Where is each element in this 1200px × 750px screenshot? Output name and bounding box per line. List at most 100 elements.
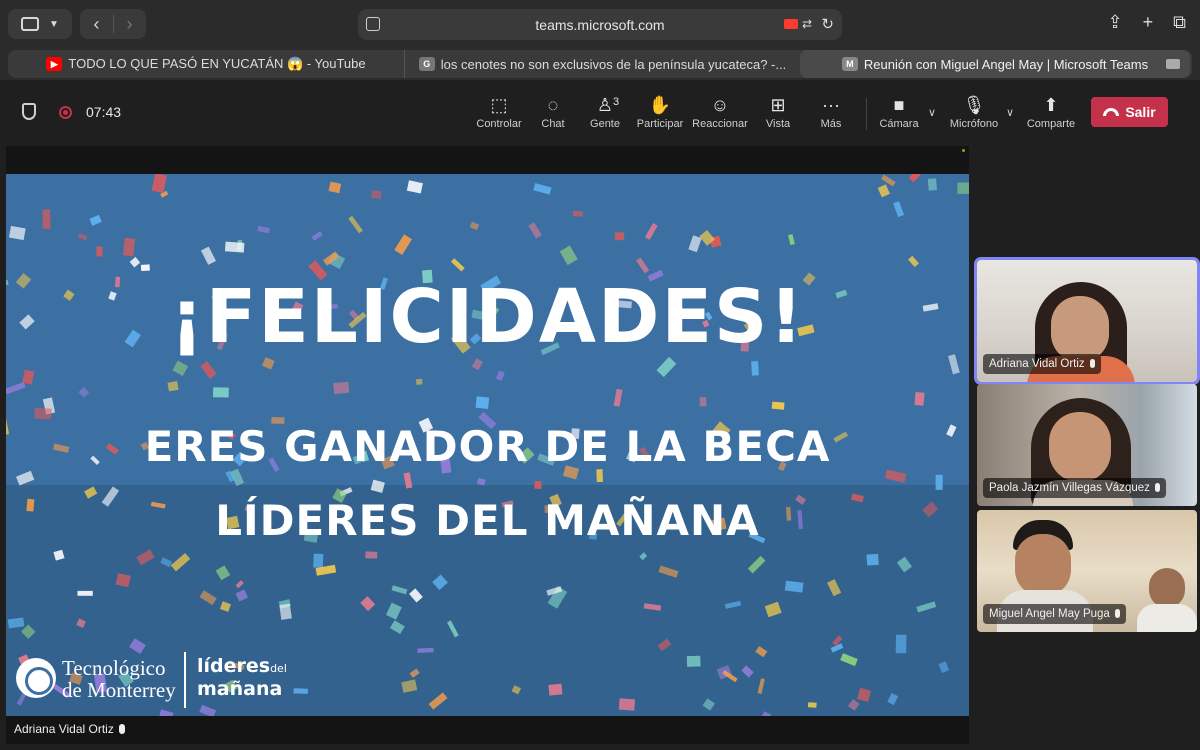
confetti-piece: [371, 190, 382, 200]
leave-button[interactable]: Salir: [1091, 97, 1168, 127]
confetti-piece: [511, 685, 522, 695]
confetti-piece: [534, 480, 542, 490]
microphone-icon: 🎙: [962, 95, 986, 115]
control-label: Controlar: [476, 118, 522, 130]
confetti-piece: [760, 711, 772, 716]
confetti-piece: [469, 221, 480, 231]
participant-tile[interactable]: Miguel Angel May Puga: [977, 510, 1197, 632]
more-label: Más: [820, 118, 842, 130]
share-label: Comparte: [1026, 118, 1076, 130]
confetti-piece: [333, 381, 350, 395]
confetti-piece: [450, 258, 465, 272]
status-dot: [962, 149, 965, 152]
lideres-logo-line2: mañana: [197, 678, 283, 700]
confetti-piece: [428, 692, 448, 710]
microphone-button[interactable]: 🎙 Micrófono: [944, 94, 1004, 134]
microphone-options-chevron-icon[interactable]: ∨: [1006, 106, 1014, 119]
confetti-piece: [618, 698, 636, 711]
react-button[interactable]: ☺ Reaccionar: [690, 94, 750, 134]
confetti-piece: [403, 472, 413, 489]
confetti-piece: [172, 360, 189, 377]
confetti-piece: [840, 653, 858, 667]
confetti-piece: [136, 549, 155, 566]
shield-icon[interactable]: [22, 103, 36, 120]
tab-bar: ▶ TODO LO QUE PASÓ EN YUCATÁN 😱 - YouTub…: [0, 48, 1200, 80]
more-button[interactable]: ··· Más: [801, 94, 861, 134]
raise-hand-button[interactable]: ✋ Participar: [630, 94, 690, 134]
confetti-piece: [22, 369, 35, 385]
browser-toolbar: ▼ ‹ › teams.microsoft.com ⇄ ↻ ⇪ + ⧉: [0, 0, 1200, 48]
recording-icon: [59, 106, 72, 119]
tab-title: Reunión con Miguel Angel May | Microsoft…: [863, 56, 1149, 72]
confetti-piece: [613, 388, 623, 407]
confetti-piece: [391, 585, 408, 595]
confetti-piece: [866, 553, 879, 566]
confetti-piece: [887, 693, 899, 706]
camera-button[interactable]: ■ Cámara: [869, 94, 929, 134]
confetti-piece: [199, 590, 217, 606]
confetti-piece: [447, 620, 459, 638]
camera-label: Cámara: [879, 118, 919, 130]
confetti-piece: [417, 647, 434, 653]
share-screen-button[interactable]: ⬆ Comparte: [1021, 94, 1081, 134]
confetti-piece: [938, 661, 950, 674]
confetti-piece: [432, 574, 448, 591]
confetti-piece: [89, 214, 102, 226]
camera-options-chevron-icon[interactable]: ∨: [928, 106, 936, 119]
tab-overview-icon[interactable]: ⧉: [1173, 12, 1186, 33]
tab-teams[interactable]: M Reunión con Miguel Angel May | Microso…: [800, 50, 1190, 78]
camera-in-use-icon[interactable]: [784, 19, 798, 29]
lideres-logo-line1: líderes: [197, 655, 271, 677]
view-button[interactable]: ⊞ Vista: [748, 94, 808, 134]
new-tab-icon[interactable]: +: [1143, 12, 1154, 33]
control-button[interactable]: ⬚ Controlar: [469, 94, 529, 134]
confetti-piece: [686, 655, 701, 667]
browser-right-tools: ⇪ + ⧉: [1108, 12, 1186, 33]
microphone-label: Micrófono: [949, 118, 999, 130]
hang-up-icon: [1103, 108, 1120, 116]
participant-tile[interactable]: Paola Jazmín Villegas Vázquez: [977, 384, 1197, 506]
confetti-piece: [741, 665, 754, 678]
confetti-piece: [639, 552, 648, 561]
tab-title: TODO LO QUE PASÓ EN YUCATÁN 😱 - YouTube: [68, 56, 366, 71]
participant-face: [1049, 412, 1111, 482]
lideres-del-manana-logo: líderesdel mañana: [197, 656, 287, 699]
confetti-piece: [771, 401, 785, 410]
reload-icon[interactable]: ↻: [821, 15, 834, 33]
confetti-piece: [129, 256, 141, 268]
confetti-piece: [847, 699, 860, 711]
confetti-piece: [658, 565, 679, 578]
participant-tile[interactable]: Adriana Vidal Ortiz: [974, 257, 1200, 385]
people-label: Gente: [590, 118, 620, 130]
confetti-piece: [881, 174, 896, 187]
second-person-shirt: [1137, 604, 1197, 632]
share-icon[interactable]: ⇪: [1108, 12, 1123, 33]
confetti-piece: [15, 470, 35, 486]
confetti-piece: [416, 378, 423, 385]
microphone-icon: [1089, 359, 1095, 368]
sidebar-toggle-button[interactable]: ▼: [8, 9, 72, 39]
confetti-piece: [348, 215, 363, 234]
confetti-piece: [77, 233, 88, 241]
tab-google[interactable]: G los cenotes no son exclusivos de la pe…: [404, 50, 800, 78]
address-bar[interactable]: teams.microsoft.com ⇄ ↻: [358, 9, 842, 40]
confetti-piece: [8, 225, 26, 241]
people-button[interactable]: ♙ 3 Gente: [575, 94, 635, 134]
people-icon: ♙: [596, 95, 614, 115]
confetti-piece: [471, 358, 483, 371]
forward-button[interactable]: ›: [114, 14, 146, 35]
confetti-piece: [129, 638, 146, 654]
confetti-piece: [528, 222, 542, 239]
raise-hand-label: Participar: [636, 118, 684, 130]
participant-name-label: Adriana Vidal Ortiz: [983, 354, 1101, 374]
back-button[interactable]: ‹: [81, 14, 113, 35]
page-settings-icon[interactable]: [366, 17, 380, 31]
translate-icon[interactable]: ⇄: [802, 17, 812, 31]
participant-face: [1015, 534, 1071, 596]
chat-button[interactable]: ◌ Chat: [523, 94, 583, 134]
confetti-piece: [699, 397, 707, 407]
confetti-piece: [7, 617, 25, 629]
sidebar-icon: [21, 17, 40, 31]
tab-youtube[interactable]: ▶ TODO LO QUE PASÓ EN YUCATÁN 😱 - YouTub…: [8, 50, 404, 78]
confetti-piece: [751, 361, 759, 376]
